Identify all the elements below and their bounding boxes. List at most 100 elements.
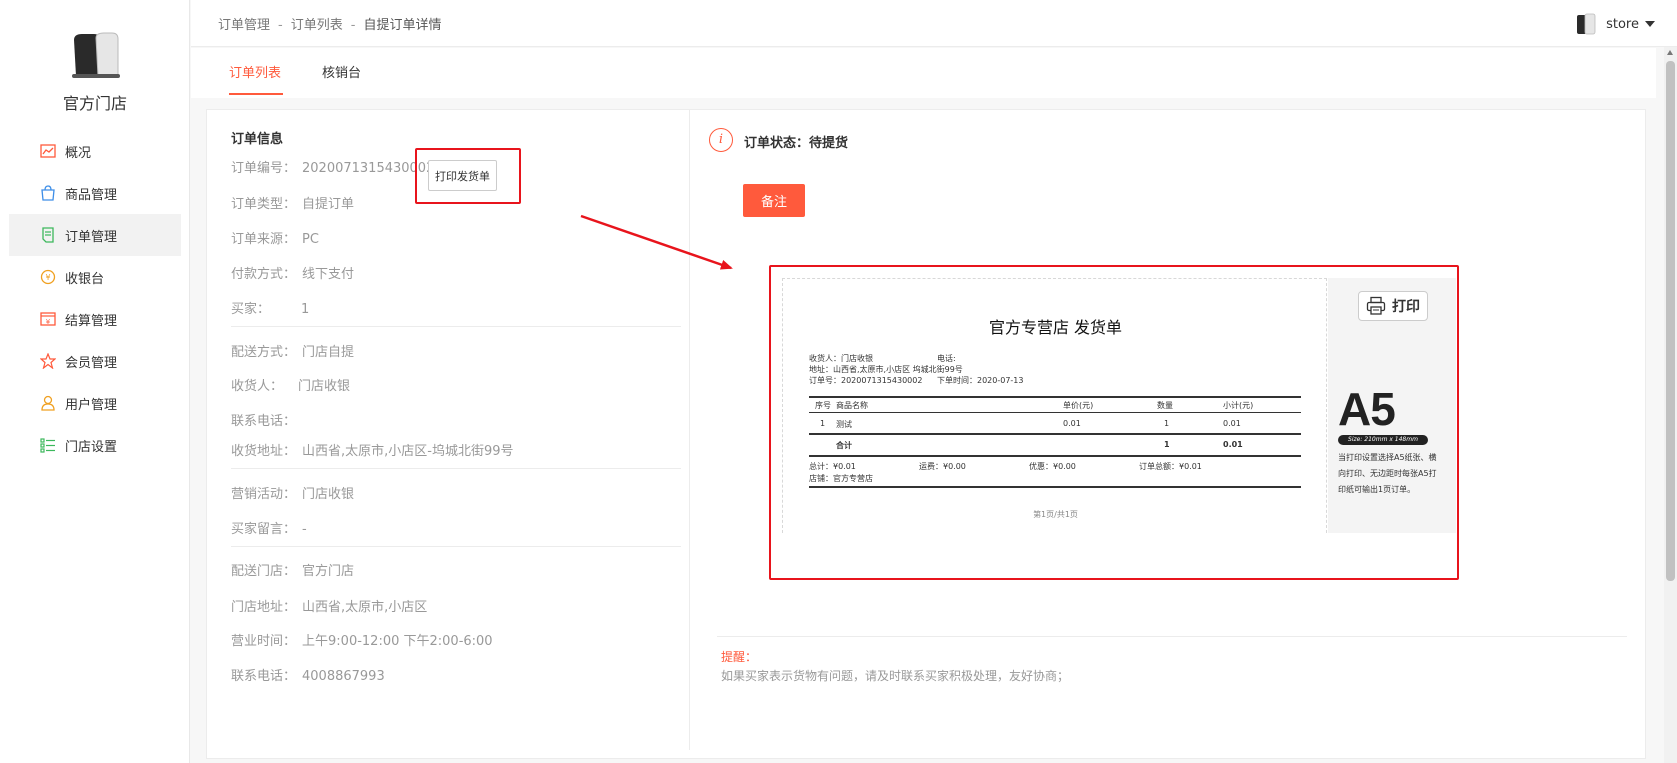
info-row-order-source: 订单来源： PC [231, 228, 319, 247]
info-row-buyer: 买家： 1 [231, 298, 309, 317]
tab-verification[interactable]: 核销台 [322, 62, 361, 81]
invoice-order-no: 订单号：2020071315430002 [809, 376, 923, 385]
user-name: store [1606, 16, 1639, 32]
info-label: 配送门店： [231, 564, 297, 579]
info-row-business-hours: 营业时间： 上午9:00-12:00 下午2:00-6:00 [231, 630, 493, 649]
sidebar-item-orders[interactable]: 订单管理 [9, 214, 181, 256]
table-cell: 0.01 [1223, 419, 1241, 428]
info-label: 联系电话： [231, 414, 297, 429]
info-label: 营销活动： [231, 487, 297, 502]
sidebar-item-cashier[interactable]: ¥ 收银台 [9, 256, 181, 298]
info-value: 1 [301, 302, 310, 317]
info-value: 自提订单 [302, 197, 355, 212]
info-label: 门店地址： [231, 600, 297, 615]
settlement-icon: ¥ [40, 312, 56, 326]
info-value: 门店收银 [302, 487, 355, 502]
table-header: 小计(元) [1223, 401, 1254, 410]
total-qty: 1 [1164, 440, 1170, 449]
scroll-up-icon[interactable] [1667, 50, 1673, 55]
table-rule [809, 396, 1301, 398]
sidebar-item-overview[interactable]: 概况 [9, 130, 181, 172]
table-header: 数量 [1157, 401, 1173, 410]
invoice-address: 地址：山西省,太原市,小店区 坞城北街99号 [809, 365, 963, 374]
info-row-payment: 付款方式： 线下支付 [231, 263, 354, 282]
info-row-receiver: 收货人： 门店收银 [231, 375, 350, 394]
sidebar-item-users[interactable]: 用户管理 [9, 382, 181, 424]
tab-bar: 订单列表 核销台 [191, 48, 1656, 98]
paper-size-badge: Size: 210mm x 148mm [1338, 435, 1428, 445]
breadcrumb-item[interactable]: 订单管理 [218, 18, 270, 33]
print-side-panel: 打印 A5 Size: 210mm x 148mm 当打印设置选择A5纸张、横向… [1328, 278, 1456, 533]
sidebar-item-store-settings[interactable]: 门店设置 [9, 424, 181, 466]
sidebar: 官方门店 概况 商品管理 订单管理 ¥ 收银台 ¥ 结算管理 会员管理 用户管理 [0, 0, 190, 763]
invoice-store: 店铺：官方专营店 [809, 474, 873, 483]
sidebar-item-members[interactable]: 会员管理 [9, 340, 181, 382]
info-value: 线下支付 [302, 267, 355, 282]
sidebar-item-label: 结算管理 [65, 313, 118, 329]
table-cell: 1 [820, 419, 826, 428]
active-tab-indicator [229, 93, 283, 95]
table-rule [809, 486, 1301, 488]
total-label: 合计 [836, 441, 852, 450]
sidebar-item-settlement[interactable]: ¥ 结算管理 [9, 298, 181, 340]
info-value: 山西省,太原市,小店区-坞城北街99号 [302, 444, 514, 459]
sidebar-item-label: 商品管理 [65, 187, 118, 203]
sidebar-item-label: 收银台 [65, 271, 105, 287]
invoice-receiver: 收货人：门店收银 [809, 354, 873, 363]
cashier-icon: ¥ [40, 269, 56, 285]
info-label: 订单来源： [231, 232, 297, 247]
page-indicator: 第1页/共1页 [1033, 510, 1078, 519]
order-detail-panel: 订单信息 订单编号： 2020071315430002 打印发货单 订单类型： 自提… [206, 109, 1646, 759]
user-menu[interactable]: store [1576, 12, 1655, 36]
sidebar-item-label: 门店设置 [65, 439, 118, 455]
info-value: 上午9:00-12:00 下午2:00-6:00 [302, 634, 493, 649]
info-label: 买家： [231, 302, 271, 317]
table-cell: 测试 [836, 420, 852, 429]
order-total: 订单总额：¥0.01 [1139, 462, 1202, 471]
svg-text:¥: ¥ [46, 318, 51, 326]
remark-button[interactable]: 备注 [743, 184, 805, 217]
top-bar: 订单管理 - 订单列表 - 自提订单详情 store [191, 0, 1677, 47]
table-cell: 1 [1164, 419, 1170, 428]
shipping-fee: 运费：¥0.00 [919, 462, 966, 471]
table-rule [809, 412, 1301, 413]
info-row-promotion: 营销活动： 门店收银 [231, 483, 354, 502]
info-row-delivery: 配送方式： 门店自提 [231, 341, 354, 360]
info-label: 付款方式： [231, 267, 297, 282]
vertical-scrollbar[interactable] [1664, 47, 1677, 763]
info-value: 官方门店 [302, 564, 355, 579]
sidebar-item-label: 订单管理 [65, 229, 118, 245]
tip-title: 提醒： [721, 650, 758, 664]
print-button[interactable]: 打印 [1358, 291, 1428, 321]
order-status: 订单状态：待提货 [744, 136, 849, 151]
avatar [1577, 13, 1596, 35]
printer-icon [1366, 296, 1386, 315]
tip-text: 如果买家表示货物有问题，请及时联系买家积极处理，友好协商； [721, 669, 1070, 683]
invoice-title: 官方专营店 发货单 [988, 318, 1123, 337]
tab-order-list[interactable]: 订单列表 [229, 62, 281, 81]
sidebar-item-products[interactable]: 商品管理 [9, 172, 181, 214]
info-row-order-type: 订单类型： 自提订单 [231, 193, 354, 212]
shop-name: 官方门店 [62, 94, 127, 113]
info-value: PC [302, 232, 319, 247]
table-cell: 0.01 [1063, 419, 1081, 428]
info-label: 营业时间： [231, 634, 297, 649]
settings-list-icon [40, 438, 55, 453]
scroll-thumb[interactable] [1666, 61, 1675, 581]
info-row-pickup-store: 配送门店： 官方门店 [231, 560, 354, 579]
breadcrumb-item[interactable]: 订单列表 [291, 18, 343, 33]
sidebar-menu: 概况 商品管理 订单管理 ¥ 收银台 ¥ 结算管理 会员管理 用户管理 门店设置 [9, 130, 181, 466]
paper-size-title: A5 [1338, 383, 1396, 435]
info-label: 订单编号： [231, 161, 297, 176]
sidebar-item-label: 会员管理 [65, 355, 118, 371]
info-label: 配送方式： [231, 345, 297, 360]
table-header: 序号 [815, 401, 831, 410]
column-divider [689, 110, 690, 750]
info-label: 联系电话： [231, 669, 297, 684]
invoice-sheet: 官方专营店 发货单 收货人：门店收银 电话: 地址：山西省,太原市,小店区 坞城… [782, 278, 1327, 533]
info-row-store-address: 门店地址： 山西省,太原市,小店区 [231, 596, 427, 615]
sum-total: 总计：¥0.01 [809, 462, 856, 471]
breadcrumb-separator: - [350, 18, 356, 33]
member-icon [40, 353, 56, 369]
info-row-buyer-message: 买家留言： - [231, 518, 307, 537]
